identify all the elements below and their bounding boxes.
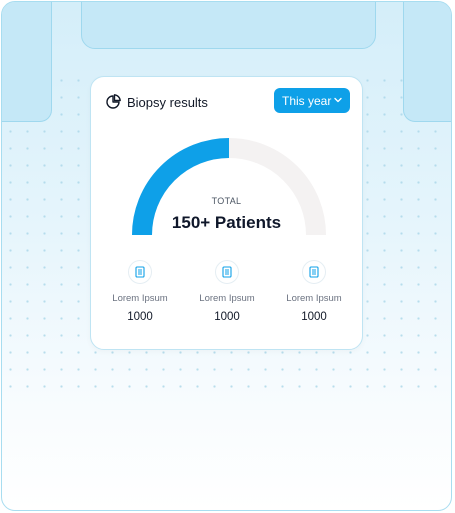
top-left-tab (2, 2, 52, 122)
total-label: TOTAL (211, 196, 242, 206)
stat-value: 1000 (301, 311, 327, 323)
stat-value: 1000 (214, 311, 240, 323)
card-header: Biopsy results This year (105, 88, 350, 114)
document-icon (215, 260, 239, 284)
stat-value: 1000 (127, 311, 153, 323)
pie-chart-icon (106, 94, 121, 109)
period-dropdown[interactable]: This year (274, 88, 350, 113)
stat-item: Lorem Ipsum 1000 (269, 260, 359, 323)
biopsy-results-card: Biopsy results This year TOTAL 150+ Pati… (90, 76, 363, 350)
document-icon (128, 260, 152, 284)
document-icon (302, 260, 326, 284)
stat-label: Lorem Ipsum (199, 293, 255, 304)
top-right-tab (403, 2, 451, 122)
period-dropdown-label: This year (282, 93, 332, 108)
stat-item: Lorem Ipsum 1000 (95, 260, 185, 323)
top-center-tab (81, 2, 376, 49)
card-title: Biopsy results (127, 95, 208, 110)
stat-item: Lorem Ipsum 1000 (182, 260, 272, 323)
stat-label: Lorem Ipsum (286, 293, 342, 304)
chevron-down-icon (334, 97, 342, 103)
stat-label: Lorem Ipsum (112, 293, 168, 304)
total-value: 150+ Patients (171, 213, 282, 232)
